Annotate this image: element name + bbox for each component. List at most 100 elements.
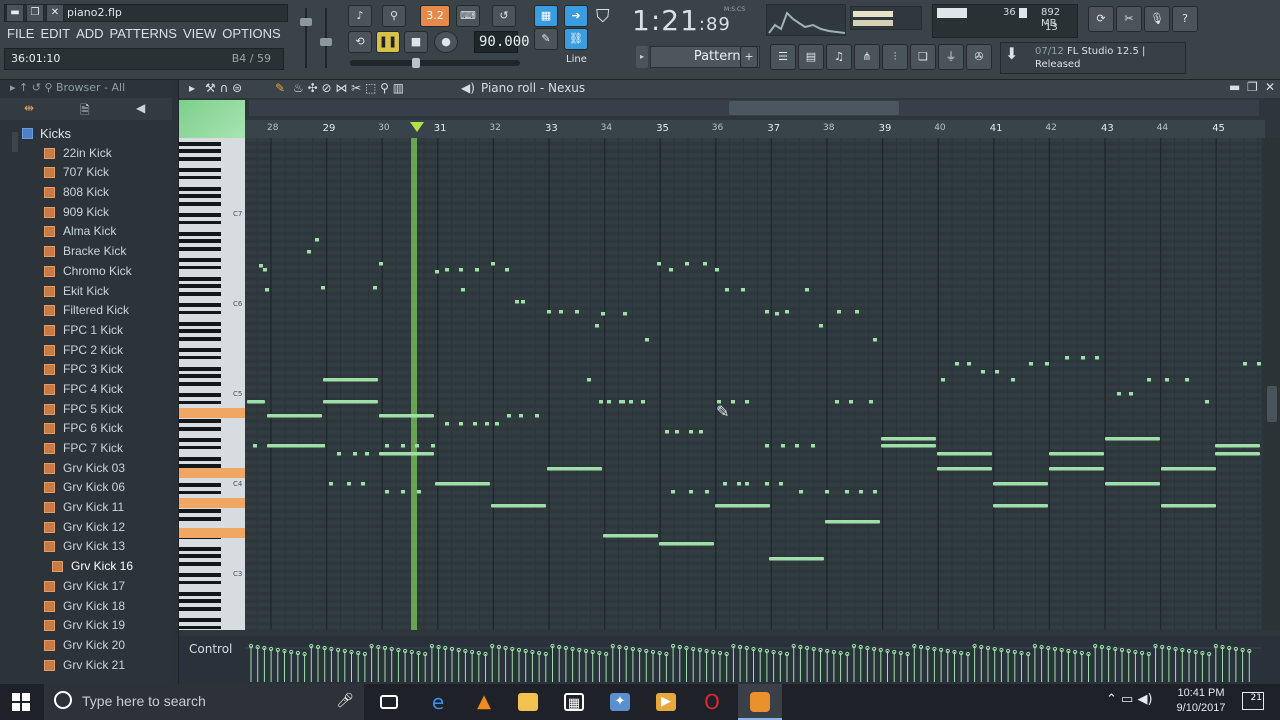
- note[interactable]: [873, 338, 877, 342]
- playhead[interactable]: [411, 138, 417, 630]
- note[interactable]: [495, 422, 499, 426]
- note[interactable]: [671, 490, 675, 494]
- news-panel[interactable]: ⬇ 07/12 FL Studio 12.5 | Released: [1000, 42, 1186, 74]
- black-key[interactable]: [179, 419, 221, 423]
- note[interactable]: [765, 482, 769, 486]
- typing-keyboard-icon[interactable]: ⌨: [456, 5, 480, 27]
- note[interactable]: [515, 300, 519, 304]
- highlighted-key[interactable]: [179, 528, 245, 538]
- note[interactable]: [699, 430, 703, 434]
- piano-roll-icon[interactable]: ♫: [826, 44, 852, 70]
- snap-magnet-icon[interactable]: ⛉: [596, 6, 618, 34]
- bar-number[interactable]: 36: [712, 123, 723, 133]
- note[interactable]: [323, 400, 378, 404]
- note[interactable]: [659, 542, 714, 546]
- note[interactable]: [353, 452, 357, 456]
- note[interactable]: [937, 452, 992, 456]
- close-icon[interactable]: ✕: [46, 4, 64, 22]
- note[interactable]: [825, 520, 880, 524]
- pr-restore-icon[interactable]: ❐: [1247, 80, 1258, 94]
- black-key[interactable]: [179, 554, 221, 558]
- note[interactable]: [595, 324, 599, 328]
- note[interactable]: [715, 504, 770, 508]
- note[interactable]: [993, 504, 1048, 508]
- note[interactable]: [811, 444, 815, 448]
- note[interactable]: [461, 288, 465, 292]
- note[interactable]: [1029, 362, 1033, 366]
- note[interactable]: [379, 452, 434, 456]
- note[interactable]: [737, 482, 741, 486]
- bar-number[interactable]: 35: [656, 123, 669, 134]
- note[interactable]: [361, 482, 365, 486]
- browser-item[interactable]: Grv Kick 11: [22, 498, 172, 518]
- black-key[interactable]: [179, 400, 221, 405]
- mixer-icon[interactable]: ⫶: [882, 44, 908, 70]
- black-key[interactable]: [179, 265, 221, 270]
- note[interactable]: [603, 534, 658, 538]
- note[interactable]: [401, 490, 405, 494]
- note[interactable]: [485, 422, 489, 426]
- bar-number[interactable]: 38: [823, 123, 834, 133]
- black-key[interactable]: [179, 220, 221, 225]
- note[interactable]: [259, 264, 263, 268]
- menu-options[interactable]: OPTIONS: [219, 24, 284, 43]
- vertical-scroll-thumb[interactable]: [1267, 386, 1277, 422]
- black-key[interactable]: [179, 456, 221, 461]
- black-key[interactable]: [179, 213, 221, 217]
- master-pitch-slider[interactable]: [320, 8, 332, 68]
- note[interactable]: [995, 370, 999, 374]
- time-display[interactable]: 1:21:89 M:S:CS: [632, 4, 756, 40]
- wrench-icon[interactable]: ✇: [966, 44, 992, 70]
- note[interactable]: [1011, 378, 1015, 382]
- pattern-prev-icon[interactable]: ▸: [636, 46, 648, 68]
- store-icon[interactable]: ▦: [564, 693, 584, 711]
- bar-number[interactable]: 42: [1045, 123, 1056, 133]
- note[interactable]: [247, 400, 265, 404]
- windows-start-icon[interactable]: [12, 693, 30, 711]
- black-key[interactable]: [179, 509, 221, 513]
- help-icon[interactable]: ?: [1172, 6, 1198, 32]
- note[interactable]: [881, 437, 936, 441]
- note[interactable]: [445, 268, 449, 272]
- browser-file-icon[interactable]: 🗎: [80, 101, 90, 122]
- metronome-icon[interactable]: ♪: [348, 5, 372, 27]
- note[interactable]: [741, 288, 745, 292]
- note[interactable]: [267, 414, 322, 418]
- note[interactable]: [819, 324, 823, 328]
- note[interactable]: [253, 444, 257, 448]
- browser-item[interactable]: Grv Kick 16: [22, 557, 172, 577]
- notifications-icon[interactable]: 21: [1242, 692, 1264, 710]
- note[interactable]: [535, 414, 539, 418]
- restore-icon[interactable]: ❐: [26, 4, 44, 22]
- file-explorer-icon[interactable]: [518, 693, 538, 711]
- playlist-icon[interactable]: ☰: [770, 44, 796, 70]
- note[interactable]: [779, 482, 783, 486]
- note[interactable]: [1105, 482, 1160, 486]
- note[interactable]: [337, 452, 341, 456]
- browser-item[interactable]: Grv Kick 13: [22, 537, 172, 557]
- note[interactable]: [1105, 437, 1160, 441]
- bar-number[interactable]: 32: [489, 123, 500, 133]
- timeline-ruler[interactable]: 28 29 30 31 32 33 34 35 36 37 38 39 40 41 42 43 44 45: [245, 120, 1265, 138]
- system-tray-icons[interactable]: ⌃ ▭ ◀): [1106, 692, 1153, 707]
- black-key[interactable]: [179, 246, 221, 251]
- note[interactable]: [263, 268, 267, 272]
- black-key[interactable]: [179, 591, 221, 596]
- browser-item[interactable]: 22in Kick: [22, 144, 172, 164]
- link-icon[interactable]: ⛓: [564, 28, 588, 50]
- master-volume-slider[interactable]: [300, 8, 312, 68]
- black-key[interactable]: [179, 546, 221, 551]
- bar-number[interactable]: 44: [1157, 123, 1168, 133]
- task-view-icon[interactable]: [380, 695, 398, 709]
- note-grid-svg[interactable]: [245, 138, 1261, 630]
- note[interactable]: [855, 310, 859, 314]
- note[interactable]: [435, 482, 490, 486]
- note[interactable]: [645, 338, 649, 342]
- note[interactable]: [745, 400, 749, 404]
- note[interactable]: [347, 482, 351, 486]
- vertical-scrollbar[interactable]: [1263, 138, 1280, 630]
- note[interactable]: [505, 268, 509, 272]
- note[interactable]: [599, 400, 603, 404]
- playhead-marker-icon[interactable]: [410, 122, 424, 132]
- black-key[interactable]: [179, 381, 221, 386]
